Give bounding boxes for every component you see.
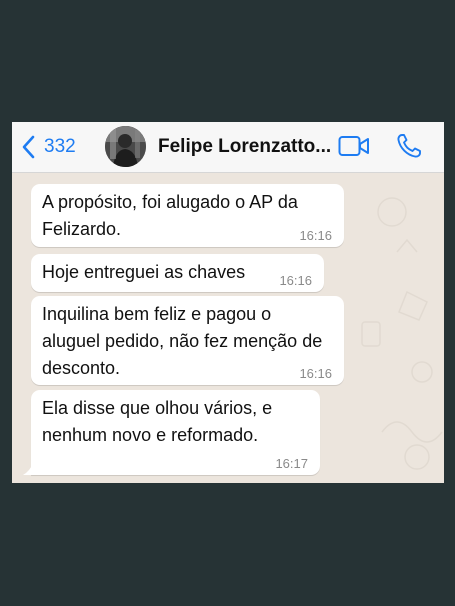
back-button[interactable]: 332 [20,132,76,162]
message-time: 16:17 [275,456,308,471]
message-bubble[interactable]: A propósito, foi alugado o AP da Felizar… [31,184,344,247]
unread-count: 332 [44,136,76,157]
chat-header: 332 Felipe Lorenzatto... [12,122,444,173]
message-text: Inquilina bem feliz e pagou o aluguel pe… [42,304,323,378]
message-bubble[interactable]: Hoje entreguei as chaves 16:16 [31,254,324,292]
phone-icon[interactable] [396,133,422,159]
video-camera-icon[interactable] [338,135,370,157]
message-text: A propósito, foi alugado o AP da Felizar… [42,192,298,239]
contact-name[interactable]: Felipe Lorenzatto... [158,136,333,158]
message-bubble[interactable]: Inquilina bem feliz e pagou o aluguel pe… [31,296,344,385]
message-time: 16:16 [299,228,332,243]
message-time: 16:16 [299,366,332,381]
chevron-left-icon [22,135,35,159]
avatar[interactable] [105,126,146,167]
message-bubble[interactable]: Ela disse que olhou vários, e nenhum nov… [23,390,320,475]
message-time: 16:16 [279,273,312,288]
avatar-image [105,126,146,167]
message-text: Hoje entreguei as chaves [42,262,246,282]
message-list[interactable]: A propósito, foi alugado o AP da Felizar… [12,172,444,483]
bubble-tail [23,463,33,475]
chat-screen: 332 Felipe Lorenzatto... A propósito, fo… [12,122,444,483]
message-text: Ela disse que olhou vários, e nenhum nov… [42,398,273,445]
